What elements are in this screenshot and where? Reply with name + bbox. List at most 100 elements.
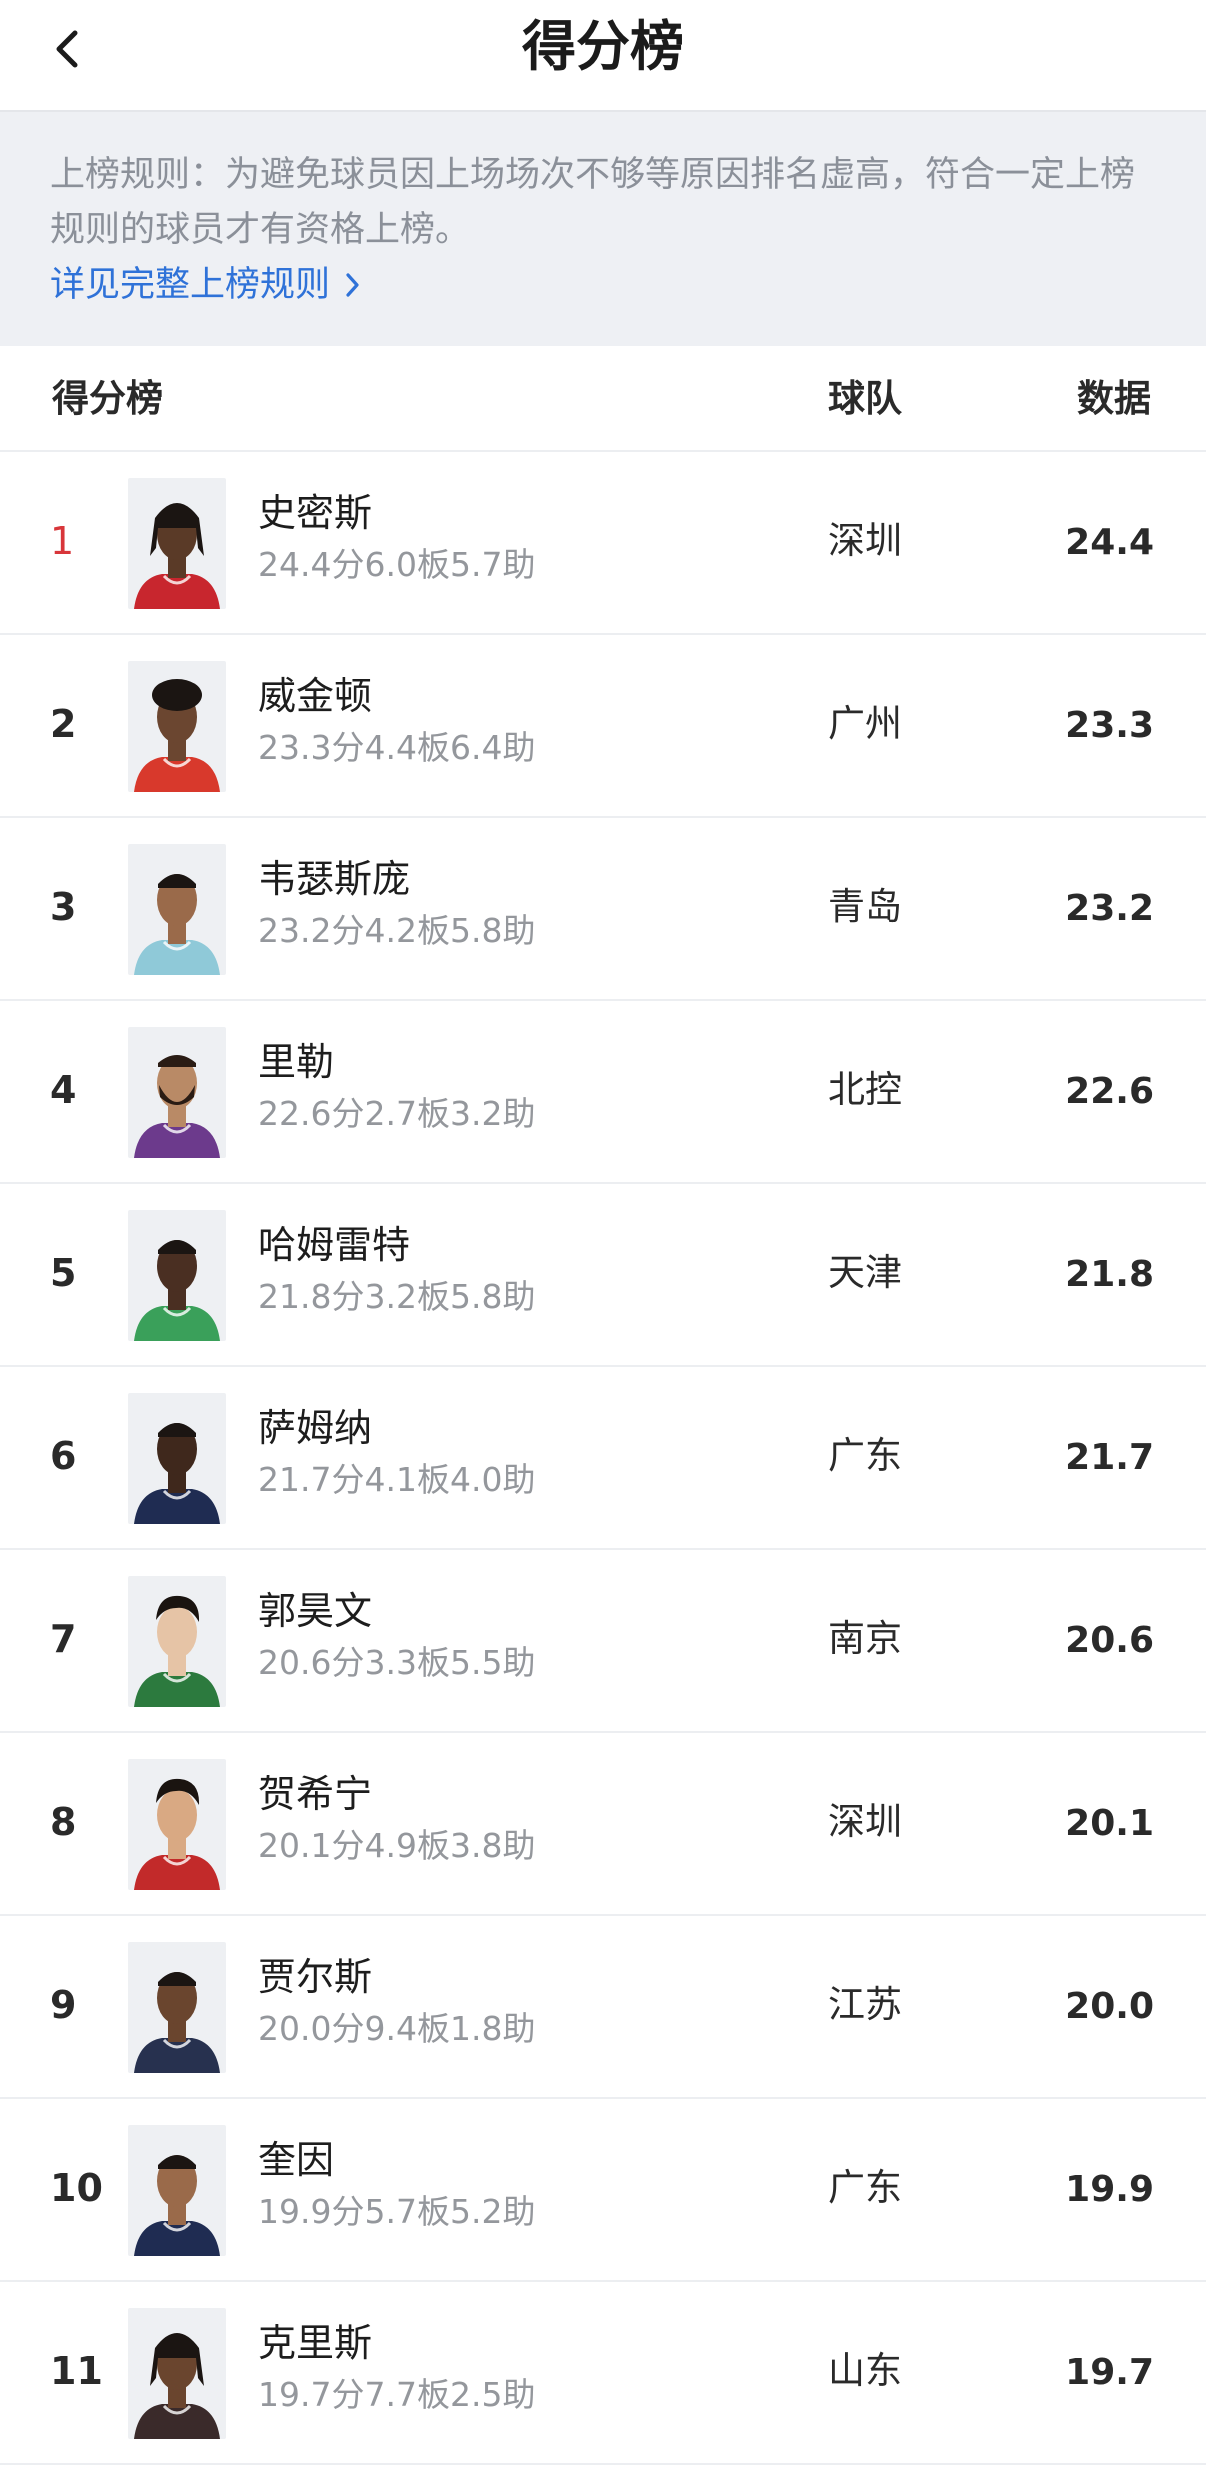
player-stats: 19.9分5.7板5.2助 — [258, 2192, 536, 2231]
player-portrait-icon — [128, 1027, 226, 1158]
player-value: 20.6 — [1065, 1620, 1154, 1661]
player-portrait-icon — [128, 1393, 226, 1524]
player-team: 广州 — [828, 702, 902, 745]
player-value: 23.3 — [1065, 705, 1154, 746]
player-avatar — [128, 661, 226, 792]
player-avatar — [128, 2125, 226, 2256]
player-row[interactable]: 2 威金顿 23.3分4.4板6.4助 广州 23.3 — [0, 635, 1206, 818]
player-team: 北控 — [828, 1068, 902, 1111]
player-name: 克里斯 — [258, 2321, 373, 2365]
rank-number: 11 — [50, 2349, 103, 2393]
player-row[interactable]: 3 韦瑟斯庞 23.2分4.2板5.8助 青岛 23.2 — [0, 818, 1206, 1001]
rank-number: 9 — [50, 1983, 77, 2027]
player-name: 萨姆纳 — [258, 1406, 373, 1450]
player-stats: 23.2分4.2板5.8助 — [258, 911, 536, 950]
player-avatar — [128, 1210, 226, 1341]
rank-number: 4 — [50, 1068, 77, 1112]
player-row[interactable]: 11 克里斯 19.7分7.7板2.5助 山东 19.7 — [0, 2282, 1206, 2465]
player-stats: 24.4分6.0板5.7助 — [258, 545, 536, 584]
player-row[interactable]: 7 郭昊文 20.6分3.3板5.5助 南京 20.6 — [0, 1550, 1206, 1733]
player-portrait-icon — [128, 661, 226, 792]
player-portrait-icon — [128, 2125, 226, 2256]
rank-number: 8 — [50, 1800, 77, 1844]
player-avatar — [128, 1576, 226, 1707]
player-name: 里勒 — [258, 1040, 335, 1084]
player-value: 21.7 — [1065, 1437, 1154, 1478]
player-portrait-icon — [128, 2308, 226, 2439]
player-team: 广东 — [828, 2166, 902, 2209]
player-name: 贺希宁 — [258, 1772, 373, 1816]
player-team: 深圳 — [828, 519, 902, 562]
player-portrait-icon — [128, 844, 226, 975]
player-team: 南京 — [828, 1617, 902, 1660]
rank-number: 5 — [50, 1251, 77, 1295]
player-name: 威金顿 — [258, 674, 373, 718]
player-value: 20.1 — [1065, 1803, 1154, 1844]
ranking-list: 1 史密斯 24.4分6.0板5.7助 深圳 24.4 2 威金顿 23.3分4.4板6.4… — [0, 452, 1206, 2465]
player-name: 史密斯 — [258, 491, 373, 535]
player-team: 青岛 — [828, 885, 902, 928]
player-row[interactable]: 4 里勒 22.6分2.7板3.2助 北控 22.6 — [0, 1001, 1206, 1184]
player-value: 24.4 — [1065, 522, 1154, 563]
player-portrait-icon — [128, 1759, 226, 1890]
player-row[interactable]: 10 奎因 19.9分5.7板5.2助 广东 19.9 — [0, 2099, 1206, 2282]
player-name: 哈姆雷特 — [258, 1223, 411, 1267]
player-stats: 23.3分4.4板6.4助 — [258, 728, 536, 767]
table-header: 得分榜 球队 数据 — [0, 346, 1206, 452]
rank-number: 7 — [50, 1617, 77, 1661]
player-avatar — [128, 844, 226, 975]
player-team: 深圳 — [828, 1800, 902, 1843]
rank-number: 3 — [50, 885, 77, 929]
player-avatar — [128, 2308, 226, 2439]
player-stats: 21.7分4.1板4.0助 — [258, 1460, 536, 1499]
player-portrait-icon — [128, 1210, 226, 1341]
player-portrait-icon — [128, 1942, 226, 2073]
player-team: 天津 — [828, 1251, 902, 1294]
player-row[interactable]: 5 哈姆雷特 21.8分3.2板5.8助 天津 21.8 — [0, 1184, 1206, 1367]
full-rules-link-label: 详见完整上榜规则 — [50, 265, 331, 305]
player-team: 江苏 — [828, 1983, 902, 2026]
player-name: 韦瑟斯庞 — [258, 857, 411, 901]
player-value: 21.8 — [1065, 1254, 1154, 1295]
column-header-data: 数据 — [1077, 377, 1151, 420]
player-value: 23.2 — [1065, 888, 1154, 929]
rank-number: 10 — [50, 2166, 103, 2210]
player-avatar — [128, 1393, 226, 1524]
player-row[interactable]: 9 贾尔斯 20.0分9.4板1.8助 江苏 20.0 — [0, 1916, 1206, 2099]
player-value: 22.6 — [1065, 1071, 1154, 1112]
player-row[interactable]: 1 史密斯 24.4分6.0板5.7助 深圳 24.4 — [0, 452, 1206, 635]
player-value: 19.9 — [1065, 2169, 1154, 2210]
player-value: 20.0 — [1065, 1986, 1154, 2027]
rank-number: 2 — [50, 702, 77, 746]
player-stats: 21.8分3.2板5.8助 — [258, 1277, 536, 1316]
player-avatar — [128, 478, 226, 609]
player-stats: 20.6分3.3板5.5助 — [258, 1643, 536, 1682]
ranking-rules-notice: 上榜规则：为避免球员因上场场次不够等原因排名虚高，符合一定上榜规则的球员才有资格… — [0, 112, 1206, 346]
player-avatar — [128, 1027, 226, 1158]
column-header-board: 得分榜 — [52, 377, 163, 420]
player-team: 山东 — [828, 2349, 902, 2392]
page-title: 得分榜 — [522, 15, 684, 78]
rank-number: 1 — [50, 519, 75, 563]
rank-number: 6 — [50, 1434, 77, 1478]
chevron-right-icon — [346, 273, 359, 297]
player-avatar — [128, 1759, 226, 1890]
player-value: 19.7 — [1065, 2352, 1154, 2393]
player-row[interactable]: 8 贺希宁 20.1分4.9板3.8助 深圳 20.1 — [0, 1733, 1206, 1916]
player-name: 贾尔斯 — [258, 1955, 373, 1999]
player-stats: 20.1分4.9板3.8助 — [258, 1826, 536, 1865]
player-stats: 22.6分2.7板3.2助 — [258, 1094, 536, 1133]
player-name: 奎因 — [258, 2138, 335, 2182]
player-portrait-icon — [128, 478, 226, 609]
player-stats: 19.7分7.7板2.5助 — [258, 2375, 536, 2414]
column-header-team: 球队 — [828, 377, 902, 420]
rules-text: 上榜规则：为避免球员因上场场次不够等原因排名虚高，符合一定上榜规则的球员才有资格… — [50, 155, 1136, 250]
player-team: 广东 — [828, 1434, 902, 1477]
top-bar: 得分榜 — [0, 0, 1206, 110]
player-row[interactable]: 6 萨姆纳 21.7分4.1板4.0助 广东 21.7 — [0, 1367, 1206, 1550]
full-rules-link[interactable]: 详见完整上榜规则 — [50, 259, 362, 311]
player-stats: 20.0分9.4板1.8助 — [258, 2009, 536, 2048]
player-name: 郭昊文 — [258, 1589, 373, 1633]
player-avatar — [128, 1942, 226, 2073]
player-portrait-icon — [128, 1576, 226, 1707]
